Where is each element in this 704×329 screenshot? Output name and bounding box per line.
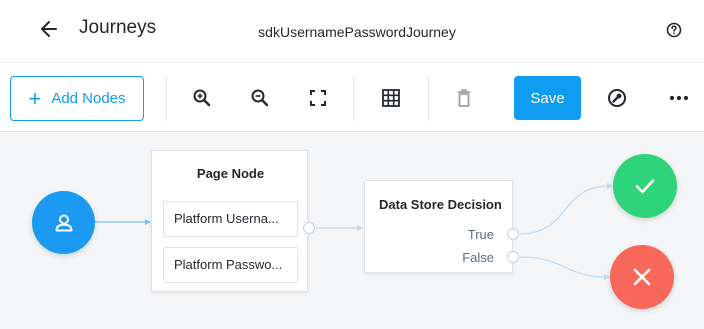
connections <box>95 183 613 280</box>
trash-icon <box>458 89 470 107</box>
zoom-out-icon <box>251 89 269 107</box>
journey-name: sdkUsernamePasswordJourney <box>258 24 456 40</box>
grid-icon <box>382 89 400 107</box>
success-node[interactable] <box>613 154 677 218</box>
outcome-false-label: False <box>462 250 494 265</box>
data-store-decision-node[interactable]: Data Store Decision True False <box>364 180 513 273</box>
x-icon <box>633 268 651 286</box>
user-icon <box>55 214 72 231</box>
connector-true-to-success <box>519 185 610 235</box>
more-options-button[interactable] <box>668 87 690 109</box>
help-button[interactable] <box>664 20 684 40</box>
plus-icon: + <box>28 85 42 111</box>
add-nodes-button[interactable]: + Add Nodes <box>10 76 144 121</box>
more-icon <box>669 95 689 101</box>
journey-canvas[interactable]: Page Node Platform Userna... Platform Pa… <box>0 132 704 329</box>
connector-arrowhead <box>357 225 363 231</box>
delete-button[interactable] <box>453 87 475 109</box>
start-node[interactable] <box>32 191 95 254</box>
add-nodes-label: Add Nodes <box>51 90 126 107</box>
connector-false-to-failure <box>519 256 607 278</box>
zoom-in-button[interactable] <box>191 87 213 109</box>
wrench-icon <box>608 89 626 107</box>
toolbar: + Add Nodes Save <box>0 62 704 132</box>
grid-button[interactable] <box>380 87 402 109</box>
failure-node[interactable] <box>610 245 674 309</box>
save-button[interactable]: Save <box>514 76 581 120</box>
fit-screen-button[interactable] <box>307 87 329 109</box>
check-icon <box>635 179 655 194</box>
fit-screen-icon <box>310 90 326 106</box>
toolbar-divider <box>428 76 429 121</box>
outcome-true-port[interactable] <box>507 228 519 240</box>
help-circle-icon <box>666 22 682 38</box>
platform-password-node[interactable]: Platform Passwo... <box>163 247 298 283</box>
page-node-output-port[interactable] <box>303 222 315 234</box>
outcome-false-port[interactable] <box>507 251 519 263</box>
toolbar-divider <box>166 76 167 121</box>
settings-button[interactable] <box>606 87 628 109</box>
decision-node-title: Data Store Decision <box>379 197 502 212</box>
outcome-true-label: True <box>467 227 494 242</box>
page-node-title: Page Node <box>196 166 265 181</box>
header: Journeys sdkUsernamePasswordJourney <box>0 0 704 62</box>
zoom-out-button[interactable] <box>249 87 271 109</box>
platform-username-node[interactable]: Platform Userna... <box>163 201 298 237</box>
zoom-in-icon <box>193 89 211 107</box>
page-node[interactable]: Page Node Platform Userna... Platform Pa… <box>151 150 308 292</box>
toolbar-divider <box>353 76 354 121</box>
